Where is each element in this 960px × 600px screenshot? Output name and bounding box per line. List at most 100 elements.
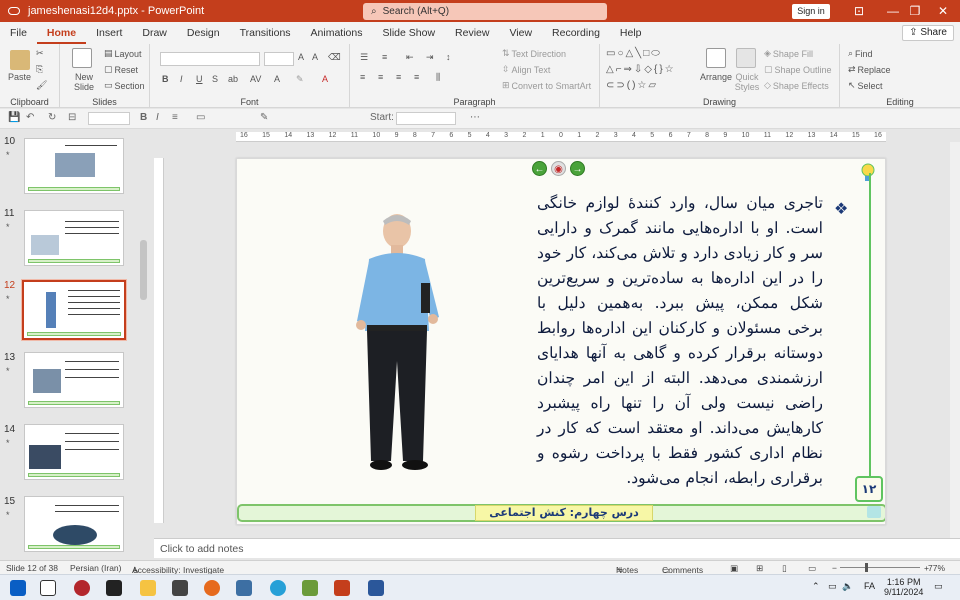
tray-chevron-icon[interactable]: ⌃ [812,581,820,592]
slide-thumbnail-10[interactable] [24,138,124,194]
find-button[interactable]: ⌕ Find [848,48,873,59]
redo-icon[interactable]: ↻ [48,112,56,123]
autosave-icon[interactable] [8,7,20,15]
nav-back-icon[interactable]: ← [532,161,547,176]
share-button[interactable]: ⇪ Share [902,25,954,41]
shape-fill-button[interactable]: ◈ Shape Fill [764,48,813,59]
tab-design[interactable]: Design [177,22,230,44]
slide-thumbnail-14[interactable] [24,424,124,480]
calculator-icon[interactable] [172,580,188,596]
nav-forward-icon[interactable]: → [570,161,585,176]
qat-start-select[interactable] [396,112,456,125]
zoom-slider-handle[interactable] [865,563,868,572]
language-tray[interactable]: FA [864,581,875,591]
convert-smartart-button[interactable]: ⊞ Convert to SmartArt [502,80,591,91]
zoom-level[interactable]: 77% [928,563,945,573]
slide-sorter-icon[interactable]: ⊞ [756,563,763,574]
clear-format-icon[interactable]: ⌫ [328,52,341,63]
align-center-icon[interactable]: ≡ [378,72,383,82]
normal-view-icon[interactable]: ▣ [730,563,738,574]
qat-italic[interactable]: I [156,112,159,123]
slides-pane-scrollbar[interactable] [140,240,147,300]
qat-font-box[interactable] [88,112,130,125]
store-icon[interactable] [106,580,122,596]
nav-home-icon[interactable]: ◉ [551,161,566,176]
columns-icon[interactable]: ⫼ [436,72,440,83]
zoom-slider[interactable] [840,567,920,568]
current-slide[interactable]: ← ◉ → ❖ تاجری میان سال، وارد کنندهٔ لواز… [236,158,886,525]
justify-icon[interactable]: ≡ [414,72,419,82]
pinned-app-icon[interactable] [74,580,90,596]
undo-icon[interactable]: ↶ [26,112,34,123]
numbering-icon[interactable]: ≡ [382,52,387,62]
tab-recording[interactable]: Recording [542,22,610,44]
line-spacing-icon[interactable]: ↕ [446,52,451,62]
decrease-indent-icon[interactable]: ⇤ [406,52,414,63]
shape-effects-button[interactable]: ◇ Shape Effects [764,80,829,91]
tab-home[interactable]: Home [36,22,87,44]
qat-draw-icon[interactable]: ✎ [260,112,268,123]
reading-view-icon[interactable]: ▯ [782,563,787,574]
slide-thumbnail-12[interactable] [21,279,127,341]
app-icon[interactable] [236,580,252,596]
tab-slide-show[interactable]: Slide Show [373,22,446,44]
align-text-button[interactable]: ⇳ Align Text [502,64,550,75]
paste-button[interactable]: Paste [8,72,31,82]
layout-button[interactable]: ▤ Layout [104,48,142,59]
qat-align-icon[interactable]: ≡ [172,112,178,123]
ribbon-display-icon[interactable]: ⊡ [842,0,876,22]
tab-draw[interactable]: Draw [132,22,177,44]
close-icon[interactable]: ✕ [926,0,960,22]
firefox-icon[interactable] [204,580,220,596]
notes-area[interactable]: Click to add notes [154,538,960,558]
slide-thumbnail-11[interactable] [24,210,124,266]
clock[interactable]: 1:16 PM 9/11/2024 [884,577,923,597]
tab-insert[interactable]: Insert [86,22,132,44]
notification-icon[interactable]: ▭ [934,581,943,592]
arrange-icon[interactable] [706,48,726,68]
shapes-gallery[interactable]: ▭○△╲□⬭ [606,48,662,59]
decrease-font-icon[interactable]: A [312,52,318,62]
slide-thumbnail-13[interactable] [24,352,124,408]
paste-icon[interactable] [10,50,30,70]
word-icon[interactable] [368,580,384,596]
italic-button[interactable]: I [180,74,183,84]
save-icon[interactable]: 💾 [8,112,20,123]
change-case-icon[interactable]: A [274,74,280,84]
tab-animations[interactable]: Animations [301,22,373,44]
slideshow-icon[interactable]: ▭ [808,563,816,574]
slide-thumbnail-15[interactable] [24,496,124,552]
tab-view[interactable]: View [499,22,542,44]
arrange-button[interactable]: Arrange [700,72,732,82]
quick-styles-button[interactable]: Quick Styles [732,72,762,92]
format-painter-icon[interactable]: 🖌 [36,80,47,91]
tab-file[interactable]: File [0,22,37,44]
slide-body-text[interactable]: تاجری میان سال، وارد کنندهٔ لوازم خانگی … [537,191,823,487]
shadow-button[interactable]: S [212,74,218,84]
search-box[interactable]: ⌕ Search (Alt+Q) [363,3,607,20]
text-direction-button[interactable]: ⇅ Text Direction [502,48,566,59]
font-color-icon[interactable]: A [322,74,328,84]
font-size-select[interactable] [264,52,294,66]
task-view-icon[interactable] [40,580,56,596]
bold-button[interactable]: B [162,74,169,84]
increase-font-icon[interactable]: A [298,52,304,62]
underline-button[interactable]: U [196,74,203,84]
qat-bold[interactable]: B [140,112,147,123]
sign-in-button[interactable]: Sign in [792,4,830,19]
language-indicator[interactable]: Persian (Iran) [70,563,122,573]
present-icon[interactable]: ⊟ [68,112,76,123]
section-button[interactable]: ▭ Section [104,80,145,91]
shape-outline-button[interactable]: ▢ Shape Outline [764,64,832,75]
font-family-select[interactable] [160,52,260,66]
replace-button[interactable]: ⇄ Replace [848,64,891,75]
reset-button[interactable]: ▢ Reset [104,64,138,75]
file-explorer-icon[interactable] [140,580,156,596]
shapes-gallery-row3[interactable]: ⊂⊃()☆▱ [606,80,658,91]
new-slide-button[interactable]: New Slide [66,72,102,92]
tab-review[interactable]: Review [445,22,499,44]
home-icon[interactable] [867,506,881,518]
telegram-icon[interactable] [270,580,286,596]
canvas-scrollbar[interactable] [950,142,960,538]
highlight-icon[interactable]: ✎ [296,74,304,85]
